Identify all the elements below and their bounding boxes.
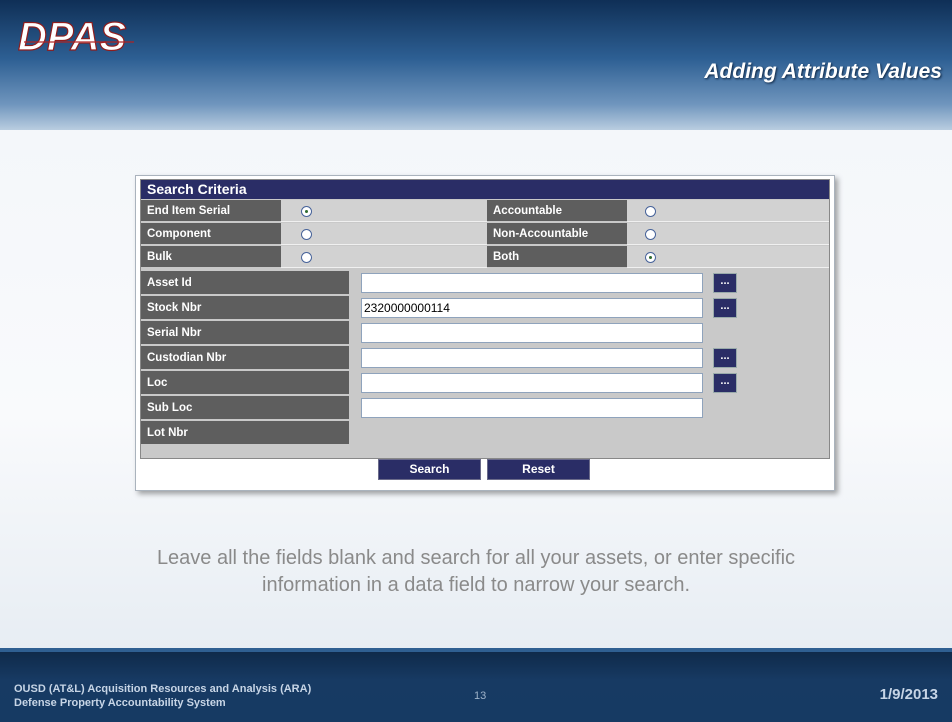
footer-organization: OUSD (AT&L) Acquisition Resources and An… (14, 682, 311, 710)
component-cell (281, 223, 487, 245)
search-criteria-title: Search Criteria (141, 180, 829, 199)
bulk-radio[interactable] (301, 252, 312, 263)
non-accountable-radio[interactable] (645, 229, 656, 240)
loc-input[interactable] (361, 373, 703, 393)
accountable-radio[interactable] (645, 206, 656, 217)
custodian-nbr-label: Custodian Nbr (141, 346, 349, 370)
stock-nbr-input[interactable]: 2320000000114 (361, 298, 703, 318)
end-item-serial-radio[interactable] (301, 206, 312, 217)
accountable-cell (627, 200, 829, 222)
svg-text:DPAS: DPAS (18, 15, 126, 58)
search-criteria-panel: Search Criteria End Item Serial Accounta… (135, 175, 835, 491)
sub-loc-input[interactable] (361, 398, 703, 418)
search-button[interactable]: Search (378, 459, 481, 480)
custodian-nbr-lookup-button[interactable]: ... (713, 348, 737, 368)
both-radio[interactable] (645, 252, 656, 263)
accountable-label: Accountable (487, 200, 627, 222)
non-accountable-cell (627, 223, 829, 245)
asset-id-label: Asset Id (141, 271, 349, 295)
slide-caption: Leave all the fields blank and search fo… (156, 547, 796, 596)
asset-id-input[interactable] (361, 273, 703, 293)
slide-title: Adding Attribute Values (704, 60, 942, 83)
reset-button[interactable]: Reset (487, 459, 590, 480)
end-item-serial-cell (281, 200, 487, 222)
lot-nbr-label: Lot Nbr (141, 421, 349, 445)
search-criteria-form: Search Criteria End Item Serial Accounta… (140, 179, 830, 459)
dpas-logo: DPAS (17, 14, 134, 58)
loc-label: Loc (141, 371, 349, 395)
stock-nbr-label: Stock Nbr (141, 296, 349, 320)
both-cell (627, 246, 829, 268)
page-number: 13 (474, 690, 487, 702)
footer-line-2: Defense Property Accountability System (14, 697, 226, 709)
bulk-label: Bulk (141, 246, 281, 268)
non-accountable-label: Non-Accountable (487, 223, 627, 245)
bulk-cell (281, 246, 487, 268)
asset-id-lookup-button[interactable]: ... (713, 273, 737, 293)
serial-nbr-label: Serial Nbr (141, 321, 349, 345)
both-label: Both (487, 246, 627, 268)
stock-nbr-lookup-button[interactable]: ... (713, 298, 737, 318)
custodian-nbr-input[interactable] (361, 348, 703, 368)
footer-date: 1/9/2013 (879, 686, 938, 703)
loc-lookup-button[interactable]: ... (713, 373, 737, 393)
component-label: Component (141, 223, 281, 245)
component-radio[interactable] (301, 229, 312, 240)
end-item-serial-label: End Item Serial (141, 200, 281, 222)
sub-loc-label: Sub Loc (141, 396, 349, 420)
serial-nbr-input[interactable] (361, 323, 703, 343)
footer-line-1: OUSD (AT&L) Acquisition Resources and An… (14, 683, 312, 695)
